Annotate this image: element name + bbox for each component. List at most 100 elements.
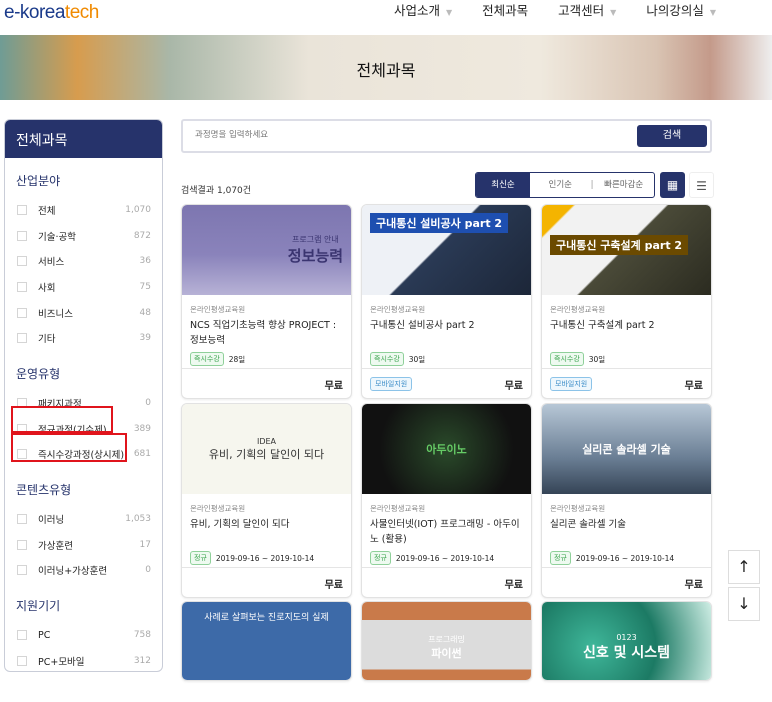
thumbnail-subtitle: 프로그래밍 [428, 634, 465, 644]
course-thumbnail[interactable]: 0123 신호 및 시스템 [542, 602, 711, 680]
sort-deadline[interactable]: 빠른마감순 [593, 173, 654, 197]
filter-count: 39 [139, 333, 151, 344]
filter-option[interactable]: 이러닝+가상훈련 0 [5, 558, 162, 584]
filter-label: 이러닝 [38, 515, 65, 527]
course-title[interactable]: 사물인터넷(IOT) 프로그래밍 - 아두이노 (활용) [370, 517, 523, 547]
checkbox[interactable] [17, 204, 27, 215]
checkbox[interactable] [17, 539, 27, 550]
nav-label: 전체과목 [482, 2, 529, 18]
course-card[interactable]: 구내통신 설비공사 part 2 온라인평생교육원 구내통신 설비공사 part … [361, 204, 532, 399]
course-title[interactable]: NCS 직업기초능력 향상 PROJECT : 정보능력 [190, 318, 343, 348]
course-price: 무료 [504, 580, 523, 591]
course-card[interactable]: 프로그래밍 파이썬 [361, 601, 532, 681]
course-thumbnail[interactable]: 아두이노 [362, 404, 531, 494]
filter-option[interactable]: 기타 39 [5, 325, 162, 351]
course-thumbnail[interactable]: 프로그램 안내 정보능력 [182, 205, 351, 295]
checkbox[interactable] [17, 630, 27, 641]
filter-count: 0 [145, 397, 151, 408]
logo-main: e-korea [4, 2, 65, 23]
filter-group-title: 콘텐츠유형 [16, 483, 72, 498]
checkbox[interactable] [17, 514, 27, 525]
nav-all-courses[interactable]: 전체과목 [482, 0, 528, 19]
checkbox[interactable] [17, 307, 27, 318]
sort-popular[interactable]: 인기순 [530, 173, 591, 197]
filter-option[interactable]: PC+모바일 312 [5, 648, 162, 671]
course-period: 2019-09-16 ~ 2019-10-14 [575, 553, 675, 563]
course-type-badge: 정규 [190, 551, 211, 565]
course-title[interactable]: 구내통신 설비공사 part 2 [370, 318, 523, 348]
result-label: 검색결과 [181, 186, 215, 196]
checkbox[interactable] [17, 256, 27, 267]
course-price: 무료 [504, 381, 523, 392]
course-card[interactable]: 사례로 살펴보는 진로지도의 실제 [181, 601, 352, 681]
grid-icon: ▦ [666, 178, 679, 192]
course-thumbnail[interactable]: 실리콘 솔라셀 기술 [542, 404, 711, 494]
course-title[interactable]: 실리콘 솔라셀 기술 [550, 517, 703, 547]
thumbnail-title: 구내통신 설비공사 part 2 [376, 217, 503, 230]
filter-count: 0 [145, 565, 151, 576]
checkbox[interactable] [17, 281, 27, 292]
course-period: 2019-09-16 ~ 2019-10-14 [395, 553, 495, 563]
course-title[interactable]: 유비, 기획의 달인이 되다 [190, 517, 343, 547]
logo[interactable]: e-koreatech [4, 2, 99, 24]
course-price: 무료 [324, 381, 343, 392]
highlight-box [11, 406, 113, 433]
filter-count: 872 [133, 230, 151, 241]
sidebar-title: 전체과목 [5, 120, 162, 158]
course-card[interactable]: 아두이노온라인평생교육원 사물인터넷(IOT) 프로그래밍 - 아두이노 (활용… [361, 403, 532, 598]
filter-option[interactable]: 비즈니스 48 [5, 300, 162, 326]
checkbox[interactable] [17, 565, 27, 576]
course-card[interactable]: IDEA 유비, 기획의 달인이 되다 온라인평생교육원 유비, 기획의 달인이 되… [181, 403, 352, 598]
checkbox[interactable] [17, 655, 27, 666]
filter-label: 기타 [38, 334, 56, 346]
page-title: 전체과목 [356, 61, 416, 80]
course-thumbnail[interactable]: 프로그래밍 파이썬 [362, 602, 531, 680]
filter-option[interactable]: 사회 75 [5, 274, 162, 300]
grid-view-button[interactable]: ▦ [660, 172, 685, 198]
course-title[interactable]: 구내통신 구축설계 part 2 [550, 318, 703, 348]
filter-count: 17 [139, 539, 151, 550]
search-input[interactable] [195, 130, 595, 140]
course-thumbnail[interactable]: IDEA 유비, 기획의 달인이 되다 [182, 404, 351, 494]
course-period: 28일 [228, 354, 246, 364]
filter-count: 1,053 [125, 514, 151, 525]
thumbnail-title: 유비, 기획의 달인이 되다 [208, 447, 325, 461]
filter-option[interactable]: 가상훈련 17 [5, 532, 162, 558]
filter-label: 전체 [38, 205, 56, 217]
course-org: 온라인평생교육원 [370, 504, 426, 513]
nav-my-classroom[interactable]: 나의강의실 ▼ [646, 0, 716, 19]
course-card[interactable]: 실리콘 솔라셀 기술 온라인평생교육원 실리콘 솔라셀 기술 정규 2019-09-… [541, 403, 712, 598]
course-card[interactable]: 구내통신 구축설계 part 2 온라인평생교육원 구내통신 구축설계 part … [541, 204, 712, 399]
thumbnail-subtitle: 프로그램 안내 [292, 235, 339, 244]
filter-option[interactable]: 서비스 36 [5, 248, 162, 274]
course-period: 2019-09-16 ~ 2019-10-14 [215, 553, 315, 563]
filter-option[interactable]: 이러닝 1,053 [5, 506, 162, 532]
caret-down-icon: ▼ [445, 7, 453, 17]
course-thumbnail[interactable]: 구내통신 구축설계 part 2 [542, 205, 711, 295]
filter-option[interactable]: PC 758 [5, 622, 162, 648]
list-view-button[interactable]: ☰ [689, 172, 714, 198]
filter-label: 사회 [38, 282, 56, 294]
course-card[interactable]: 프로그램 안내 정보능력 온라인평생교육원 NCS 직업기초능력 향상 PROJEC… [181, 204, 352, 399]
sort-latest[interactable]: 최신순 [476, 173, 530, 197]
filter-count: 75 [139, 281, 151, 292]
course-card[interactable]: 0123 신호 및 시스템 [541, 601, 712, 681]
nav-business[interactable]: 사업소개 ▼ [394, 0, 452, 19]
main-nav: 사업소개 ▼ 전체과목 고객센터 ▼ 나의강의실 ▼ [394, 0, 716, 18]
scroll-top-button[interactable]: ↑ [728, 550, 760, 584]
filter-option[interactable]: 기술·공학 872 [5, 223, 162, 249]
thumbnail-title: 신호 및 시스템 [582, 644, 671, 661]
search-button[interactable]: 검색 [637, 125, 707, 147]
course-period: 30일 [588, 354, 606, 364]
course-price: 무료 [684, 580, 703, 591]
filter-option[interactable]: 전체 1,070 [5, 197, 162, 223]
course-thumbnail[interactable]: 구내통신 설비공사 part 2 [362, 205, 531, 295]
course-price: 무료 [684, 381, 703, 392]
filter-count: 681 [133, 449, 151, 460]
nav-support[interactable]: 고객센터 ▼ [558, 0, 616, 19]
course-thumbnail[interactable]: 사례로 살펴보는 진로지도의 실제 [182, 602, 351, 680]
checkbox[interactable] [17, 230, 27, 241]
scroll-down-button[interactable]: ↓ [728, 587, 760, 621]
checkbox[interactable] [17, 333, 27, 344]
thumbnail-title: 실리콘 솔라셀 기술 [582, 443, 671, 456]
